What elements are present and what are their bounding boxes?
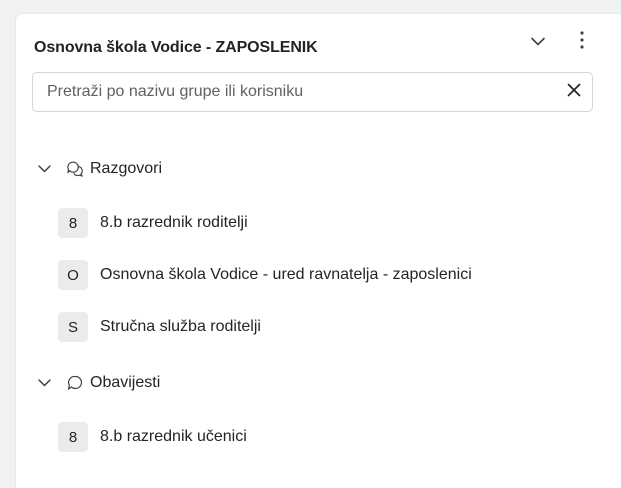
- list-item[interactable]: 8 8.b razrednik učenici: [58, 420, 247, 454]
- search-box: [32, 72, 593, 112]
- chevron-down-icon: [531, 33, 545, 51]
- chevron-down-icon: [36, 375, 52, 391]
- list-item-label: 8.b razrednik roditelji: [100, 214, 248, 231]
- section-obavijesti[interactable]: Obavijesti: [36, 367, 160, 399]
- clear-search-button[interactable]: [562, 80, 586, 104]
- chevron-down-icon: [36, 161, 52, 177]
- section-label: Razgovori: [90, 160, 163, 177]
- collapse-panel-button[interactable]: [526, 30, 550, 54]
- chat-icon: [66, 374, 84, 392]
- avatar: O: [58, 260, 88, 290]
- avatar: S: [58, 312, 88, 342]
- avatar: 8: [58, 208, 88, 238]
- search-input[interactable]: [47, 73, 547, 111]
- more-options-button[interactable]: [570, 30, 594, 54]
- list-item-label: Osnovna škola Vodice - ured ravnatelja -…: [100, 266, 472, 283]
- list-item-label: 8.b razrednik učenici: [100, 428, 247, 445]
- section-label: Obavijesti: [90, 374, 161, 391]
- chat-multiple-icon: [66, 160, 84, 178]
- section-razgovori[interactable]: Razgovori: [36, 153, 162, 185]
- panel-title: Osnovna škola Vodice - ZAPOSLENIK: [34, 39, 318, 56]
- list-item-label: Stručna služba roditelji: [100, 318, 261, 335]
- close-icon: [567, 83, 581, 102]
- more-vertical-icon: [580, 30, 584, 54]
- groups-panel: Osnovna škola Vodice - ZAPOSLENIK Raz: [16, 14, 621, 488]
- list-item[interactable]: 8 8.b razrednik roditelji: [58, 206, 248, 240]
- list-item[interactable]: O Osnovna škola Vodice - ured ravnatelja…: [58, 258, 472, 292]
- avatar: 8: [58, 422, 88, 452]
- list-item[interactable]: S Stručna služba roditelji: [58, 310, 261, 344]
